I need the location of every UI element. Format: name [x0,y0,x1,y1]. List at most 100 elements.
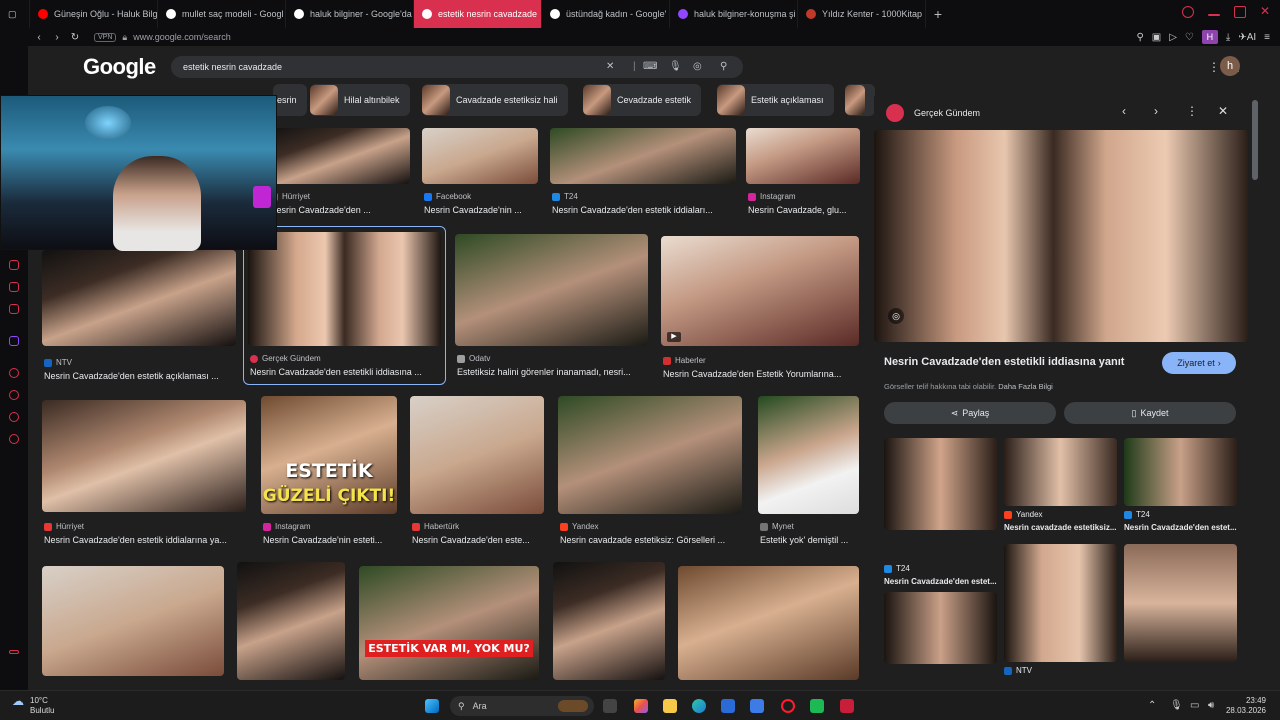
result-image[interactable] [237,562,345,680]
related-image[interactable] [1124,438,1237,506]
result-title[interactable]: Estetiksiz halini görenler inanamadı, ne… [457,367,648,377]
result-image[interactable] [553,562,665,680]
result-title[interactable]: Nesrin Cavadzade, glu... [748,205,860,215]
result-title[interactable]: Nesrin Cavadzade'den estetik açıklaması … [44,371,236,381]
result-image[interactable] [42,566,224,676]
vpn-badge[interactable]: VPN [94,32,117,42]
tray-chevron-icon[interactable]: ⌃ [1148,700,1156,711]
edge-icon[interactable] [692,699,706,713]
download-icon[interactable]: ⤓ [1226,32,1230,43]
start-icon[interactable] [425,699,439,713]
result-image[interactable] [678,566,859,680]
result-card[interactable]: Hürriyet Nesrin Cavadzade'den estetik id… [42,400,246,548]
pin-icon[interactable]: ⚲ [1136,32,1143,43]
heart-icon[interactable]: ♡ [1185,32,1194,43]
result-title[interactable]: Nesrin Cavadzade'nin esteti... [263,535,397,545]
result-image[interactable] [455,234,648,346]
related-image[interactable] [884,592,997,664]
chip-5[interactable] [845,84,875,116]
result-title[interactable]: Nesrin Cavadzade'nin ... [424,205,538,215]
sidebar-settings-icon[interactable] [9,434,19,444]
close-window-icon[interactable]: ✕ [1260,5,1272,18]
result-title[interactable]: Nesrin Cavadzade'den ... [270,205,410,215]
sidebar-player-icon[interactable] [9,368,19,378]
result-card[interactable]: Habertürk Nesrin Cavadzade'den este... [410,396,544,548]
weather-widget[interactable]: ☁ 10°C Bulutlu [12,695,54,716]
taskbar-search[interactable]: ⚲ Ara [450,696,594,716]
keyboard-icon[interactable]: ⌨ [643,61,657,72]
tab-5[interactable]: haluk bilginer-konuşma şi [670,0,798,28]
reload-icon[interactable]: ↻ [66,32,84,43]
more-info-link[interactable]: Daha Fazla Bilgi [998,382,1053,391]
snapshot-icon[interactable]: ▣ [1152,32,1161,43]
result-image[interactable] [758,396,859,514]
search-tabs-icon[interactable] [1182,6,1194,18]
result-card[interactable]: NTV Nesrin Cavadzade'den estetik açıklam… [42,250,236,382]
close-panel-icon[interactable]: ✕ [1218,104,1228,118]
result-image[interactable]: ESTETİK VAR MI, YOK MU? [359,566,539,680]
result-image[interactable] [410,396,544,514]
sidebar-more-icon[interactable] [9,650,19,654]
result-title[interactable]: Nesrin cavadzade estetiksiz: Görselleri … [560,535,742,545]
related-image[interactable] [1124,544,1237,662]
maximize-icon[interactable] [1234,6,1246,18]
back-icon[interactable]: ‹ [30,32,48,43]
profile-button[interactable]: H [1201,30,1218,44]
result-card[interactable]: Odatv Estetiksiz halini görenler inanama… [455,234,648,382]
lens-icon[interactable]: ◎ [693,61,702,72]
tab-overview-icon[interactable]: ▢ [0,0,30,28]
task-view-icon[interactable] [603,699,617,713]
clock[interactable]: 23:49 28.03.2026 [1226,696,1266,716]
result-image[interactable] [42,250,236,346]
sidebar-twitch-icon[interactable] [9,336,19,346]
result-title[interactable]: Estetik yok' demiştil ... [760,535,859,545]
preview-image[interactable]: ◎ [874,130,1248,342]
search-input[interactable]: estetik nesrin cavadzade ✕ | ⌨ 🎙︎ ◎ ⚲ [171,56,743,78]
result-image[interactable] [558,396,742,514]
search-icon[interactable]: ⚲ [720,61,727,72]
chip-4[interactable]: Estetik açıklaması [717,84,834,116]
chip-3[interactable]: Cevadzade estetik [583,84,702,116]
sidebar-instagram-icon[interactable] [9,304,19,314]
minimize-icon[interactable] [1208,14,1220,16]
player-icon[interactable]: ▷ [1169,32,1177,43]
result-card[interactable]: Facebook Nesrin Cavadzade'nin ... [422,128,538,220]
result-card[interactable]: Hürriyet Nesrin Cavadzade'den ... [268,128,410,220]
ai-button[interactable]: ✈AI [1238,32,1256,43]
visit-button[interactable]: Ziyaret et › [1162,352,1236,374]
sidebar-clock-icon[interactable] [9,412,19,422]
related-title[interactable]: Nesrin cavadzade estetiksiz... [1004,523,1117,532]
network-icon[interactable]: ▭ [1190,700,1199,711]
preview-title[interactable]: Nesrin Cavadzade'den estetikli iddiasına… [884,356,1124,368]
result-card[interactable]: Yandex Nesrin cavadzade estetiksiz: Görs… [558,396,742,548]
related-image[interactable] [1004,438,1117,506]
result-title[interactable]: Nesrin Cavadzade'den estetik iddiaları..… [552,205,736,215]
copilot-icon[interactable] [634,699,648,713]
chip-1[interactable]: Hilal altınbilek [310,84,410,116]
file-explorer-icon[interactable] [663,699,677,713]
tab-2[interactable]: haluk bilginer - Google'da [286,0,414,28]
clear-icon[interactable]: ✕ [606,61,614,72]
related-title[interactable]: Nesrin Cavadzade'den estet... [1124,523,1237,532]
chip-2[interactable]: Cavadzade estetiksiz hali [422,84,568,116]
result-title[interactable]: Nesrin Cavadzade'den Estetik Yorumlarına… [663,369,859,379]
mic-tray-icon[interactable]: 🎙︎ [1170,700,1183,711]
result-card[interactable]: ESTETİK GÜZELİ ÇIKTI! Instagram Nesrin C… [261,396,397,548]
tab-0[interactable]: Güneşin Oğlu - Haluk Bilgi [30,0,158,28]
next-icon[interactable]: › [1154,104,1158,118]
result-card[interactable]: Instagram Nesrin Cavadzade, glu... [746,128,860,220]
result-image[interactable]: ESTETİK GÜZELİ ÇIKTI! [261,396,397,514]
sidebar-history-icon[interactable] [9,390,19,400]
panel-scrollbar[interactable] [1252,100,1258,180]
chip-0[interactable]: esrin [273,84,307,116]
new-tab-button[interactable]: + [926,6,950,22]
volume-icon[interactable]: 🔊︎ [1208,700,1214,711]
app-green-icon[interactable] [810,699,824,713]
result-card-selected[interactable]: Gerçek Gündem Nesrin Cavadzade'den estet… [248,232,441,382]
tab-6[interactable]: Yıldız Kenter - 1000Kitap [798,0,926,28]
panel-site-name[interactable]: Gerçek Gündem [914,108,980,118]
related-title[interactable]: Nesrin Cavadzade'den estet... [884,577,997,586]
app-red-icon[interactable] [840,699,854,713]
result-image[interactable] [422,128,538,184]
more-options-icon[interactable]: ⋮ [1186,104,1198,118]
